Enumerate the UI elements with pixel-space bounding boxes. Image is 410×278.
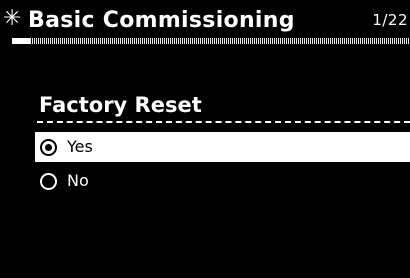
progress-fill: [12, 38, 30, 44]
progress-bar: [12, 38, 410, 44]
header-bar: ✳ Basic Commissioning 1/22: [0, 0, 410, 44]
option-no[interactable]: No: [35, 166, 410, 196]
radio-selected-icon[interactable]: [40, 138, 57, 156]
page-title: Basic Commissioning: [28, 8, 295, 33]
device-screen: ✳ Basic Commissioning 1/22 Factory Reset…: [0, 0, 410, 278]
page-indicator: 1/22: [372, 11, 408, 29]
option-label: No: [67, 171, 89, 190]
section-title: Factory Reset: [39, 93, 202, 117]
section-divider: [37, 121, 410, 123]
radio-unselected-icon[interactable]: [40, 172, 57, 190]
option-yes[interactable]: Yes: [35, 132, 410, 162]
option-label: Yes: [67, 137, 93, 156]
asterisk-icon: ✳: [3, 6, 22, 31]
